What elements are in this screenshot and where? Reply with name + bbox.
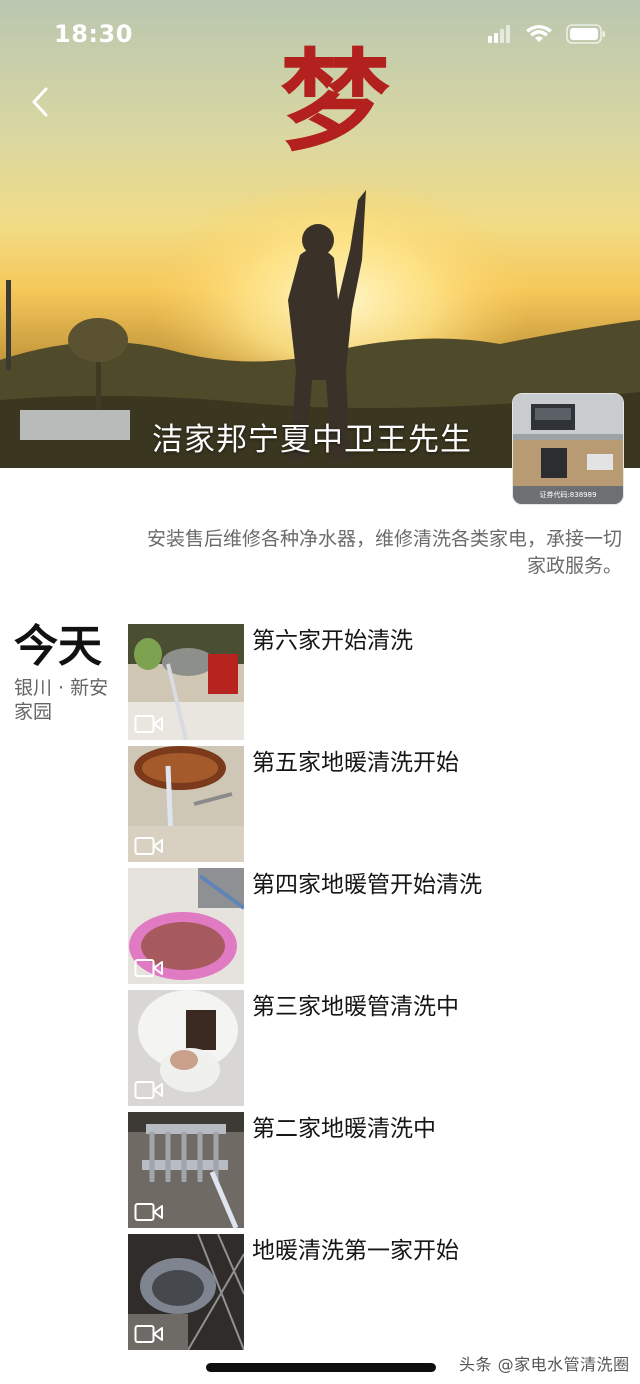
post-thumbnail[interactable] bbox=[128, 624, 244, 740]
video-icon bbox=[134, 959, 163, 977]
signature-line-2: 家政服务。 bbox=[526, 555, 622, 577]
avatar[interactable]: 证券代码:838989 bbox=[512, 393, 624, 505]
home-indicator[interactable] bbox=[206, 1363, 436, 1372]
video-icon bbox=[134, 1203, 163, 1221]
video-icon bbox=[134, 1325, 163, 1343]
profile-signature: 安装售后维修各种净水器，维修清洗各类家电，承接一切 家政服务。 bbox=[60, 526, 622, 580]
back-arrow-icon bbox=[32, 87, 48, 117]
moment-post[interactable]: 第二家地暖清洗中 bbox=[128, 1112, 628, 1228]
moment-post[interactable]: 第四家地暖管开始清洗 bbox=[128, 868, 628, 984]
moment-post[interactable]: 第五家地暖清洗开始 bbox=[128, 746, 628, 862]
video-icon bbox=[134, 1081, 163, 1099]
video-icon bbox=[134, 715, 163, 733]
moment-post[interactable]: 地暖清洗第一家开始 bbox=[128, 1234, 628, 1350]
post-thumbnail[interactable] bbox=[128, 746, 244, 862]
post-text: 第三家地暖管清洗中 bbox=[252, 994, 459, 1020]
video-icon bbox=[134, 837, 163, 855]
post-thumbnail[interactable] bbox=[128, 990, 244, 1106]
wifi-icon bbox=[526, 25, 552, 42]
post-text: 地暖清洗第一家开始 bbox=[252, 1238, 459, 1264]
back-button[interactable] bbox=[22, 84, 58, 120]
post-thumbnail[interactable] bbox=[128, 1234, 244, 1350]
status-icons bbox=[488, 24, 606, 44]
avatar-stamp: 证券代码:838989 bbox=[539, 490, 596, 499]
moment-post[interactable]: 第三家地暖管清洗中 bbox=[128, 990, 628, 1106]
status-time: 18:30 bbox=[54, 20, 133, 48]
moment-post[interactable]: 第六家开始清洗 bbox=[128, 624, 628, 740]
status-bar: 18:30 bbox=[0, 0, 640, 70]
avatar-kitchen-image: 证券代码:838989 bbox=[513, 394, 623, 504]
watermark: 头条 @家电水管清洗圈 bbox=[459, 1355, 630, 1374]
battery-icon bbox=[566, 24, 605, 44]
date-label: 今天 bbox=[14, 621, 102, 672]
post-text: 第五家地暖清洗开始 bbox=[252, 750, 459, 776]
post-thumbnail[interactable] bbox=[128, 1112, 244, 1228]
post-text: 第四家地暖管开始清洗 bbox=[252, 872, 482, 898]
signature-line-1: 安装售后维修各种净水器，维修清洗各类家电，承接一切 bbox=[146, 528, 622, 550]
post-text: 第二家地暖清洗中 bbox=[252, 1116, 436, 1142]
location-label: 银川 · 新安家园 bbox=[14, 677, 109, 723]
feed-date-group: 今天 银川 · 新安家园 bbox=[14, 622, 124, 724]
post-text: 第六家开始清洗 bbox=[252, 628, 413, 654]
cover-caption: 洁家邦宁夏中卫王先生 bbox=[152, 422, 472, 458]
post-thumbnail[interactable] bbox=[128, 868, 244, 984]
signal-icon bbox=[488, 25, 510, 43]
